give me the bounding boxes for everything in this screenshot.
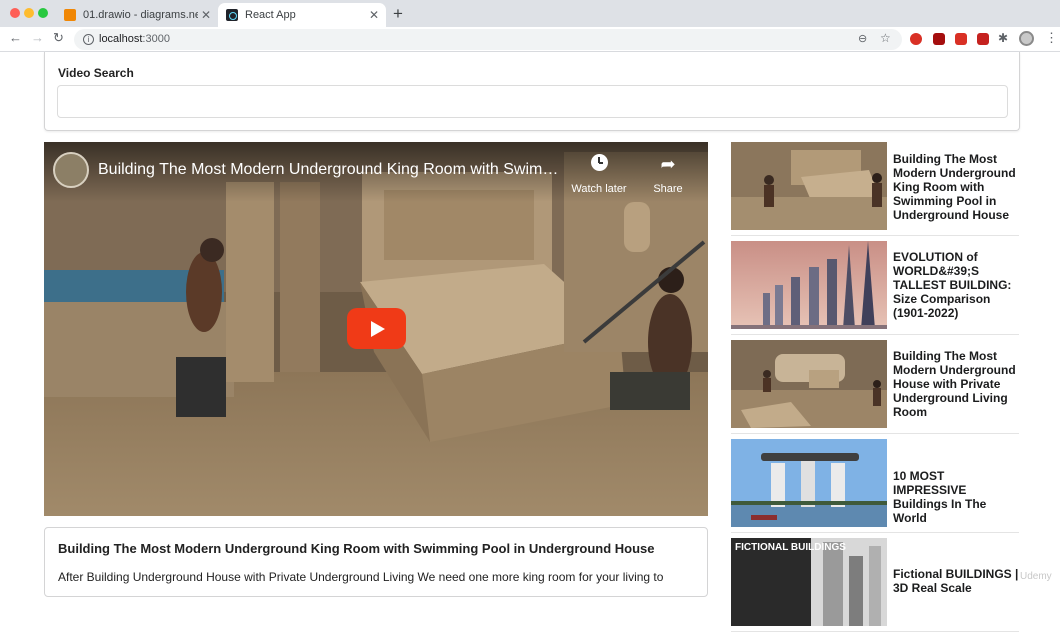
back-arrow-icon[interactable]: ←	[9, 30, 22, 45]
video-thumbnail[interactable]	[731, 340, 887, 428]
watch-later-label: Watch later	[571, 183, 627, 195]
video-thumbnail[interactable]: FICTIONAL BUILDINGS	[731, 538, 887, 626]
video-list-item[interactable]: Building The Most Modern Underground Hou…	[731, 336, 1019, 434]
video-thumbnail[interactable]	[731, 241, 887, 329]
video-list-item[interactable]: 10 MOST IMPRESSIVE Buildings In The Worl…	[731, 435, 1019, 533]
close-window-button[interactable]	[10, 8, 20, 18]
url-port: :3000	[142, 33, 170, 45]
minimize-window-button[interactable]	[24, 8, 34, 18]
share-button[interactable]: ➦ Share	[633, 154, 703, 195]
video-list-item[interactable]: Building The Most Modern Underground Kin…	[731, 138, 1019, 236]
react-icon	[226, 9, 238, 21]
zoom-icon[interactable]: ⊖	[858, 32, 867, 45]
video-player[interactable]: Building The Most Modern Underground Kin…	[44, 142, 708, 516]
video-list-item-title[interactable]: 10 MOST IMPRESSIVE Buildings In The Worl…	[893, 469, 1019, 525]
watch-later-button[interactable]: Watch later	[564, 154, 634, 195]
video-list-item[interactable]: EVOLUTION of WORLD&#39;S TALLEST BUILDIN…	[731, 237, 1019, 335]
video-detail-title: Building The Most Modern Underground Kin…	[58, 541, 655, 556]
close-icon[interactable]: ✕	[198, 8, 214, 22]
browser-toolbar: ← → ↻ i localhost:3000 ⊖ ☆ ✱ ⋮	[0, 27, 1060, 52]
share-label: Share	[653, 183, 683, 195]
info-icon[interactable]: i	[83, 34, 94, 45]
tab-bar: 01.drawio - diagrams.net ✕ React App ✕ +	[0, 0, 1060, 27]
share-arrow-icon: ➦	[660, 154, 676, 174]
video-thumbnail[interactable]	[731, 142, 887, 230]
close-icon[interactable]: ✕	[366, 8, 382, 22]
tab-title: React App	[245, 9, 296, 21]
url-text[interactable]: localhost:3000	[99, 33, 170, 45]
url-host: localhost	[99, 33, 143, 45]
video-list-item-title[interactable]: Fictional BUILDINGS | 3D Real Scale	[893, 567, 1019, 595]
kebab-menu-icon[interactable]: ⋮	[1045, 30, 1058, 46]
bookmark-star-icon[interactable]: ☆	[880, 31, 891, 45]
search-label: Video Search	[58, 66, 134, 80]
video-detail-description: After Building Underground House with Pr…	[58, 570, 664, 584]
search-bar-card: Video Search	[44, 52, 1020, 131]
reload-icon[interactable]: ↻	[53, 30, 64, 46]
address-bar[interactable]: i localhost:3000 ⊖ ☆	[74, 29, 902, 50]
drawio-icon	[64, 9, 76, 21]
extension-icon[interactable]	[910, 33, 922, 45]
video-list-item[interactable]: FICTIONAL BUILDINGS Fictional BUILDINGS …	[731, 534, 1019, 632]
tab-drawio[interactable]: 01.drawio - diagrams.net ✕	[56, 3, 218, 27]
video-list-item-title[interactable]: Building The Most Modern Underground Hou…	[893, 349, 1019, 419]
profile-avatar[interactable]	[1019, 31, 1034, 46]
channel-avatar[interactable]	[53, 152, 89, 188]
extension-icon[interactable]	[933, 33, 945, 45]
tab-react-app[interactable]: React App ✕	[218, 3, 386, 27]
player-video-title[interactable]: Building The Most Modern Underground Kin…	[98, 161, 560, 179]
new-tab-button[interactable]: +	[393, 4, 403, 24]
video-list-item-title[interactable]: EVOLUTION of WORLD&#39;S TALLEST BUILDIN…	[893, 250, 1019, 320]
video-thumbnail[interactable]	[731, 439, 887, 527]
udemy-watermark: Udemy	[1020, 571, 1052, 582]
forward-arrow-icon[interactable]: →	[31, 30, 44, 45]
extension-icon[interactable]	[977, 33, 989, 45]
search-input[interactable]	[57, 85, 1008, 118]
video-detail-card: Building The Most Modern Underground Kin…	[44, 527, 708, 597]
extension-icon[interactable]	[955, 33, 967, 45]
clock-icon	[590, 154, 608, 171]
video-list-item-title[interactable]: Building The Most Modern Underground Kin…	[893, 152, 1019, 222]
maximize-window-button[interactable]	[38, 8, 48, 18]
play-button[interactable]	[347, 308, 406, 349]
player-title-bar: Building The Most Modern Underground Kin…	[44, 142, 708, 202]
tab-title: 01.drawio - diagrams.net	[83, 9, 198, 21]
thumbnail-text: FICTIONAL BUILDINGS	[735, 542, 846, 553]
extensions-puzzle-icon[interactable]: ✱	[998, 31, 1008, 45]
